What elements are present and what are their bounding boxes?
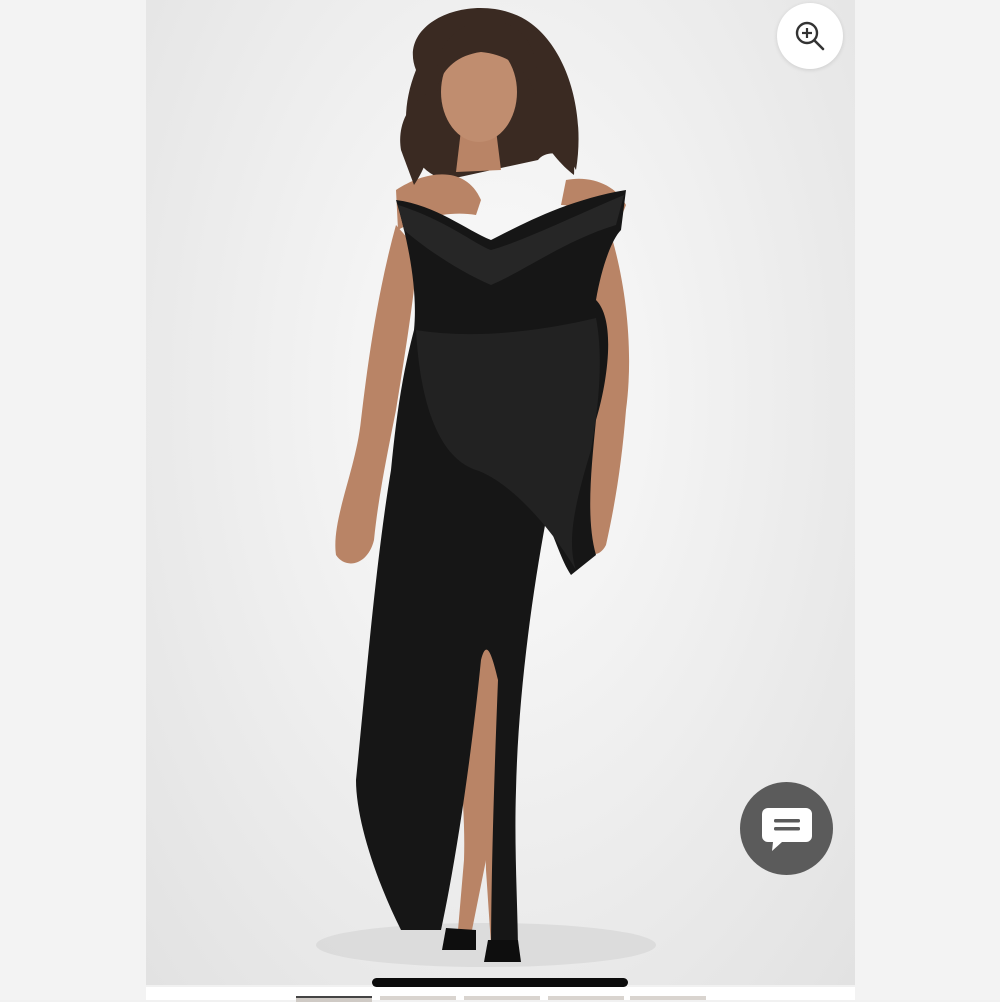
product-image-viewer[interactable] (146, 0, 855, 985)
thumbnail-4[interactable] (548, 996, 624, 1000)
zoom-button[interactable] (777, 3, 843, 69)
thumbnail-strip (146, 987, 855, 1002)
right-gutter (855, 0, 1000, 1000)
chat-bubble-icon (761, 807, 812, 851)
thumbnail-3[interactable] (464, 996, 540, 1000)
home-indicator (372, 978, 628, 987)
thumbnail-1[interactable] (296, 996, 372, 1002)
chat-button[interactable] (740, 782, 833, 875)
thumbnail-5[interactable] (630, 996, 706, 1000)
zoom-in-icon (795, 21, 825, 51)
left-gutter (0, 0, 146, 1000)
thumbnail-2[interactable] (380, 996, 456, 1000)
